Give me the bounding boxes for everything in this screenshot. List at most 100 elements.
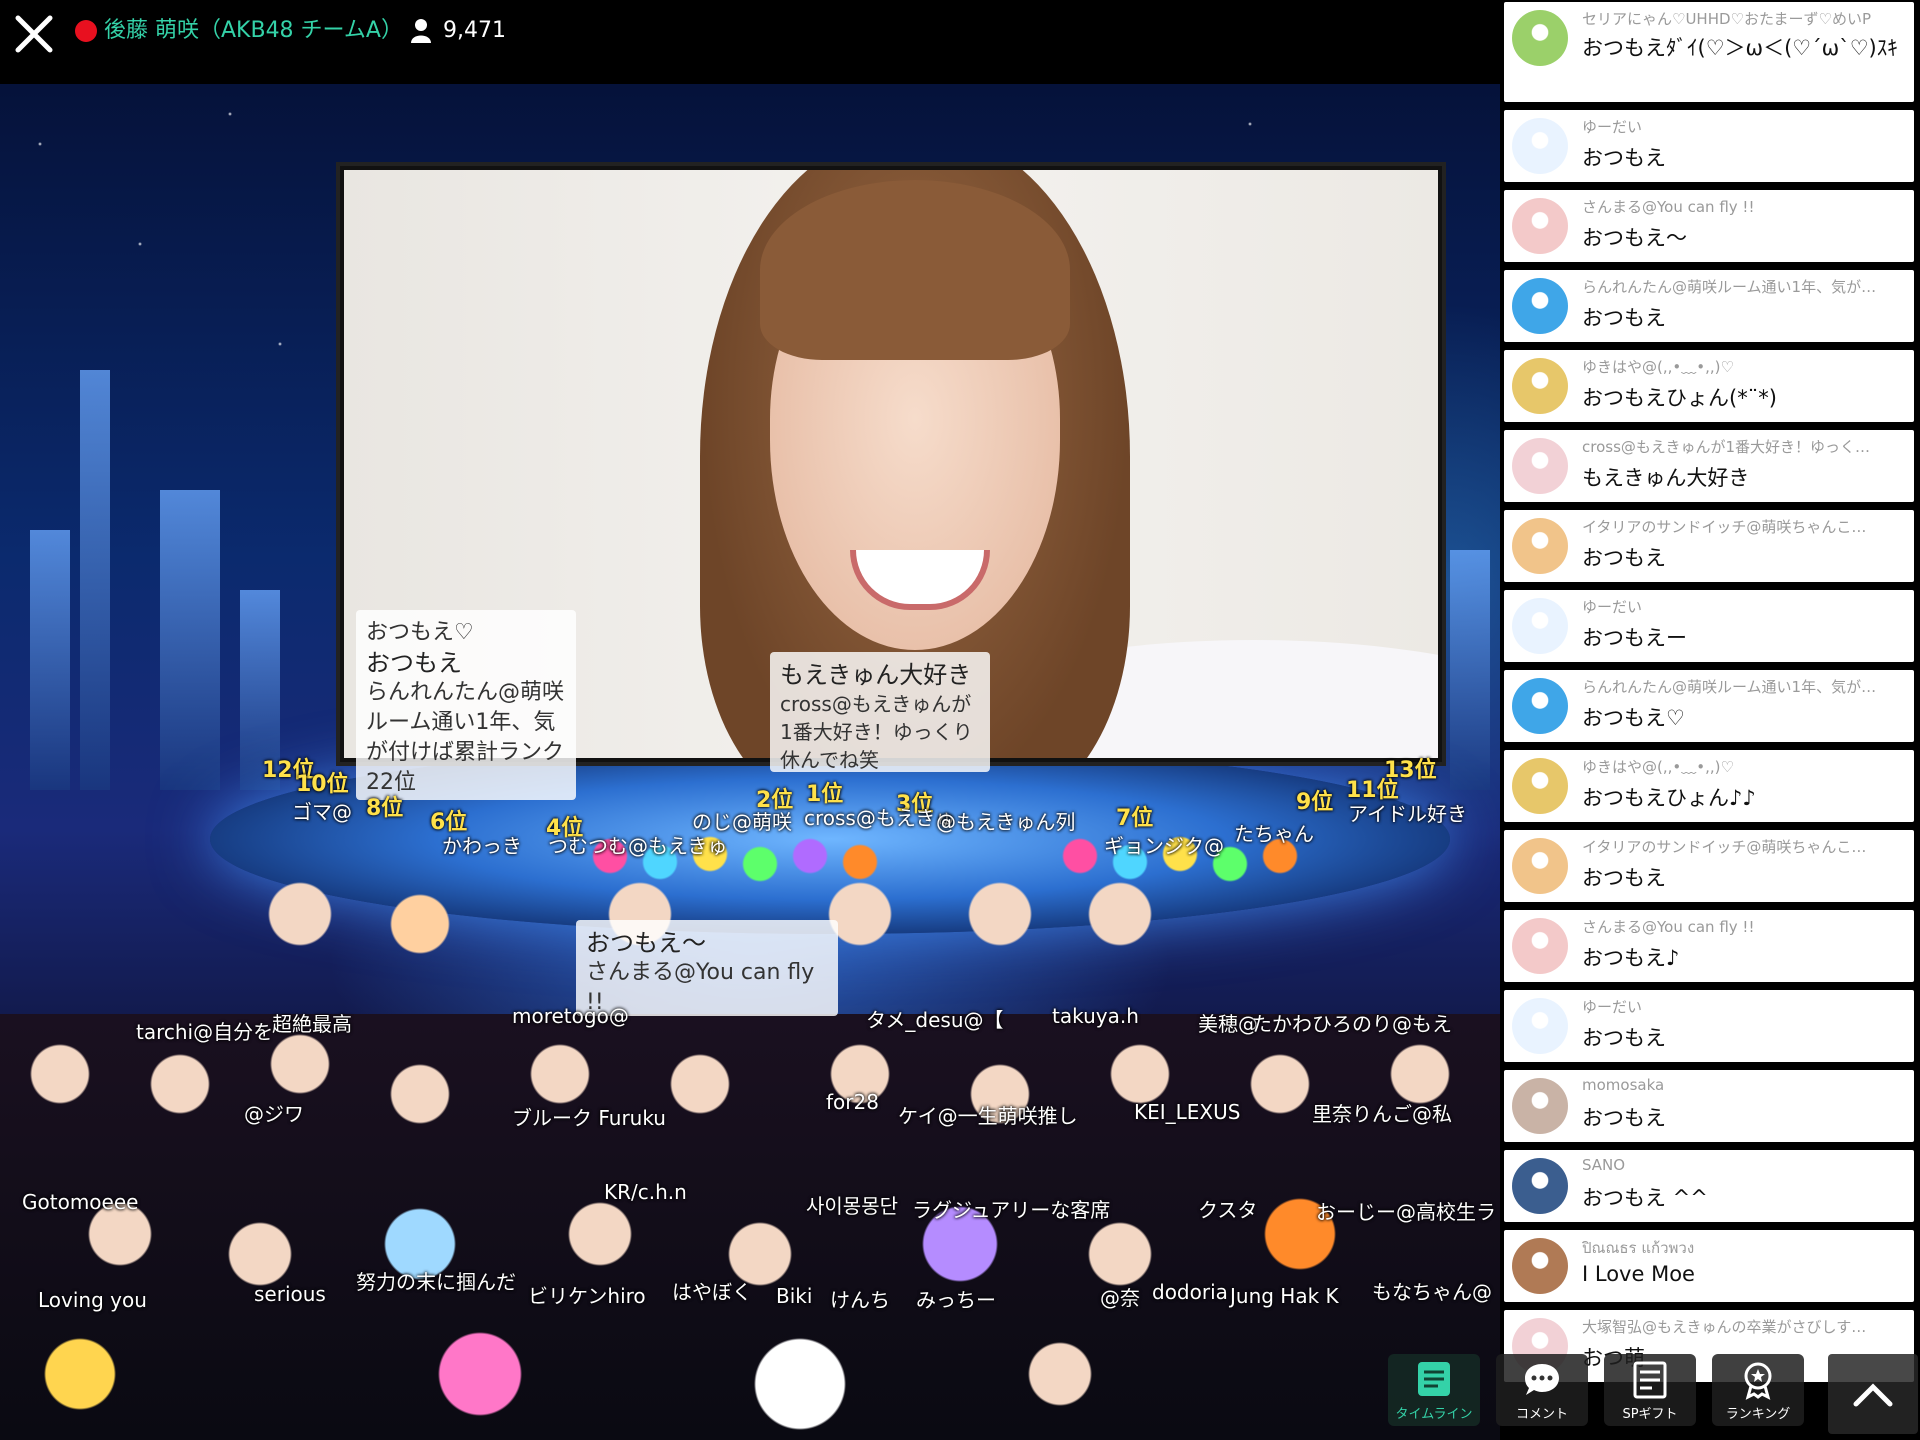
comment-item: ปิณณธร แก้วพวง I Love Moe (1504, 1230, 1914, 1302)
gift-sender-name: tarchi@自分を (136, 1020, 274, 1044)
comment-username: ゆーだい (1582, 598, 1643, 616)
comment-username: セリアにゃん♡UHHD♡おたまーず♡めいP (1582, 10, 1872, 28)
close-icon[interactable] (12, 12, 56, 56)
comment-text: おつもえ♪ (1582, 946, 1680, 970)
gift-sender-name: はやぼく (672, 1280, 752, 1304)
comment-username: さんまる@You can fly !! (1582, 198, 1755, 216)
gift-sender-name: KR/c.h.n (604, 1180, 687, 1204)
sp-gift-icon (1633, 1361, 1667, 1399)
nav-label: コメント (1515, 1407, 1568, 1422)
comment-item: cross@もえきゅんが1番大好き！ゆっく… もえきゅん大好き (1504, 430, 1914, 502)
user-avatar (1512, 10, 1568, 66)
gift-sender-name: アイドル好き (1348, 802, 1467, 826)
gift-sender-name: たちゃん (1234, 822, 1314, 846)
gift-sender-name: 美穂@ (1198, 1012, 1258, 1036)
user-avatar (1512, 438, 1568, 494)
nav-timeline-button[interactable]: タイムライン (1388, 1354, 1480, 1426)
comment-item: セリアにゃん♡UHHD♡おたまーず♡めいP おつもえﾀﾞｲ(♡＞ω＜(♡´ω`♡… (1504, 2, 1914, 102)
gift-sender-name: みっちー (916, 1288, 996, 1312)
comment-username: momosaka (1582, 1076, 1665, 1094)
comment-text: おつもえ (1582, 146, 1666, 170)
user-avatar (1512, 118, 1568, 174)
gift-sender-name: 사이몽몽단 (806, 1194, 898, 1218)
video-bangs (760, 180, 1070, 360)
gift-sender-name: Gotomoeee (22, 1190, 139, 1214)
city-building (80, 370, 110, 790)
user-avatar (1512, 1078, 1568, 1134)
gift-sender-name: 超絶最高 (272, 1012, 352, 1036)
city-building (160, 490, 220, 790)
comment-username: イタリアのサンドイッチ@萌咲ちゃんこ… (1582, 838, 1867, 856)
user-avatar (1512, 1238, 1568, 1294)
comment-item: さんまる@You can fly !! おつもえ♪ (1504, 910, 1914, 982)
user-avatar (1512, 918, 1568, 974)
comment-text: おつもえ (1582, 306, 1666, 330)
nav-comment-button[interactable]: コメント (1496, 1354, 1588, 1426)
comment-item: さんまる@You can fly !! おつもえ〜 (1504, 190, 1914, 262)
bubble-line: らんれんたん@萌咲ルーム通い1年、気が付けば累計ランク22位 (366, 680, 565, 795)
gift-sender-name: @ジワ (244, 1102, 304, 1126)
rank-label: 7位 (1116, 806, 1154, 831)
nav-sp-gift-button[interactable]: SPギフト (1604, 1354, 1696, 1426)
comment-text: I Love Moe (1582, 1262, 1695, 1286)
user-avatar (1512, 678, 1568, 734)
top-bar: 後藤 萌咲（AKB48 チームA） 9,471 (0, 0, 1500, 84)
user-avatar (1512, 758, 1568, 814)
scroll-to-top-button[interactable] (1828, 1354, 1918, 1434)
comment-item: ゆきはや@(,,•﹏•,,)♡ おつもえひょん♪♪ (1504, 750, 1914, 822)
gift-sender-name: 里奈りんご@私 (1312, 1102, 1452, 1126)
rank-label: 9位 (1296, 790, 1334, 815)
nav-label: SPギフト (1622, 1407, 1678, 1422)
viewer-count: 9,471 (443, 18, 506, 43)
gift-sender-name: ケイ@一生萌咲推し (898, 1104, 1078, 1128)
comment-username: ゆきはや@(,,•﹏•,,)♡ (1582, 358, 1734, 376)
nav-label: ランキング (1725, 1407, 1791, 1422)
comment-username: 大塚智弘@もえきゅんの卒業がさびしす… (1582, 1318, 1867, 1336)
comment-username: ปิณณธร แก้วพวง (1582, 1239, 1695, 1257)
gift-sender-name: おーじー@高校生ラ (1316, 1200, 1496, 1224)
comment-icon (1525, 1364, 1559, 1395)
nav-label: タイムライン (1395, 1407, 1473, 1422)
city-building (30, 530, 70, 790)
comment-username: cross@もえきゅんが1番大好き！ゆっく… (1582, 438, 1870, 456)
gift-sender-name: cross@もえきゅ (804, 806, 956, 830)
user-avatar (1512, 1158, 1568, 1214)
comment-text: おつもえひょん♪♪ (1582, 786, 1756, 810)
user-avatar (1512, 198, 1568, 254)
user-avatar (1512, 838, 1568, 894)
comment-item: らんれんたん@萌咲ルーム通い1年、気が… おつもえ (1504, 270, 1914, 342)
comment-item: らんれんたん@萌咲ルーム通い1年、気が… おつもえ♡ (1504, 670, 1914, 742)
bubble-line: おつもえ〜 (586, 929, 706, 957)
gift-sender-name: serious (254, 1282, 326, 1306)
comment-username: イタリアのサンドイッチ@萌咲ちゃんこ… (1582, 518, 1867, 536)
gift-sender-name: もなちゃん@ (1372, 1280, 1492, 1304)
comment-text: おつもえ ^^ (1582, 1186, 1708, 1210)
bubble-line: もえきゅん大好き (780, 661, 972, 689)
comment-text: もえきゅん大好き (1582, 466, 1750, 490)
comment-item: SANO おつもえ ^^ (1504, 1150, 1914, 1222)
comment-item: ゆーだい おつもえー (1504, 590, 1914, 662)
comment-item: ゆーだい おつもえ (1504, 990, 1914, 1062)
comment-text: おつもえ (1582, 1026, 1666, 1050)
gift-sender-name: for28 (826, 1090, 879, 1114)
comment-item: ゆーだい おつもえ (1504, 110, 1914, 182)
gift-sender-name: @もえきゅん列 (936, 810, 1076, 834)
rank-label: 10位 (296, 772, 349, 797)
comment-text: おつもえ (1582, 1106, 1666, 1130)
comment-list[interactable]: セリアにゃん♡UHHD♡おたまーず♡めいP おつもえﾀﾞｲ(♡＞ω＜(♡´ω`♡… (1504, 0, 1920, 1440)
viewer-icon (410, 18, 432, 44)
comment-text: おつもえ (1582, 546, 1666, 570)
gift-sender-name: たかわひろのり@もえ (1252, 1012, 1452, 1036)
gift-sender-name: Biki (776, 1284, 813, 1308)
comment-text: おつもえ〜 (1582, 226, 1687, 250)
comment-username: ゆきはや@(,,•﹏•,,)♡ (1582, 758, 1734, 776)
nav-ranking-button[interactable]: ランキング (1712, 1354, 1804, 1426)
gift-sender-name: @奈 (1100, 1286, 1140, 1310)
comment-item: ゆきはや@(,,•﹏•,,)♡ おつもえひょん(*¨*) (1504, 350, 1914, 422)
user-avatar (1512, 518, 1568, 574)
streamer-name[interactable]: 後藤 萌咲（AKB48 チームA） (104, 14, 403, 48)
user-avatar (1512, 358, 1568, 414)
gift-sender-name: かわっき (442, 834, 522, 858)
comment-item: momosaka おつもえ (1504, 1070, 1914, 1142)
comment-username: さんまる@You can fly !! (1582, 918, 1755, 936)
